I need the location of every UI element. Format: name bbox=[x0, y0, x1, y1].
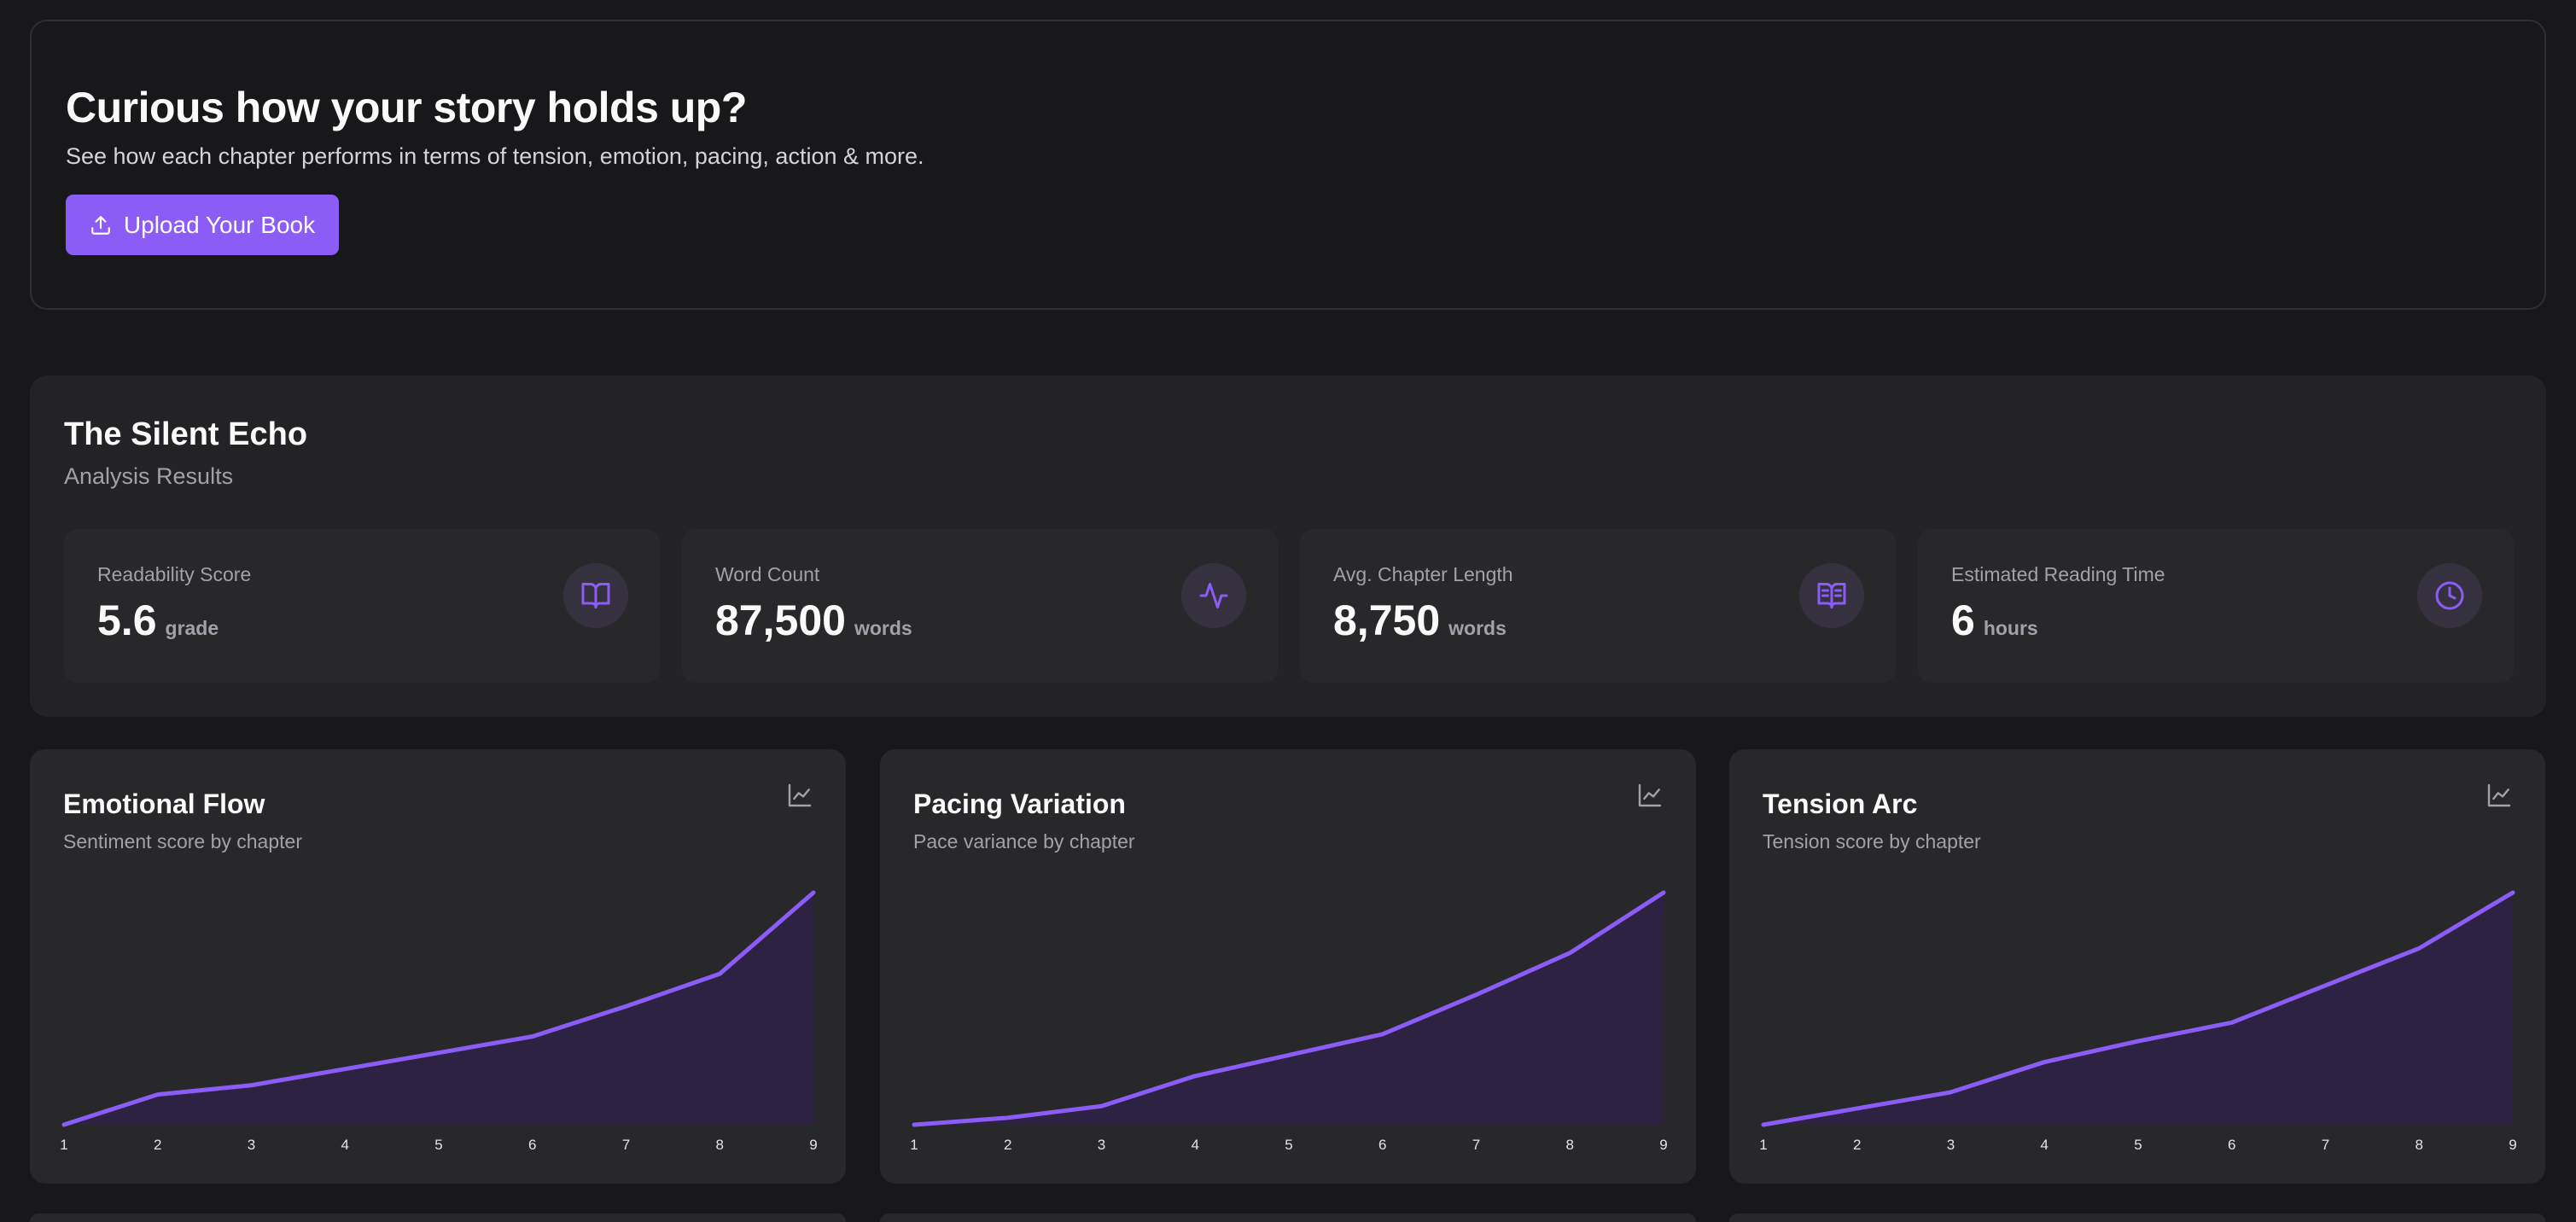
x-tick-label: 1 bbox=[910, 1137, 918, 1153]
line-chart-icon[interactable] bbox=[1636, 782, 1664, 809]
upload-book-label: Upload Your Book bbox=[124, 212, 315, 239]
line-chart-icon[interactable] bbox=[786, 782, 813, 809]
chart-title: Pacing Variation bbox=[913, 788, 1126, 820]
chart-subtitle: Tension score by chapter bbox=[1763, 830, 1981, 853]
x-tick-label: 2 bbox=[1853, 1137, 1861, 1153]
stat-unit: words bbox=[854, 617, 912, 640]
upload-book-button[interactable]: Upload Your Book bbox=[66, 195, 339, 255]
stat-label: Avg. Chapter Length bbox=[1333, 563, 1513, 586]
x-tick-label: 8 bbox=[1566, 1137, 1574, 1153]
x-tick-label: 1 bbox=[1759, 1137, 1767, 1153]
chart-card-emotional-flow: 1 2 3 4 5 6 7 8 9 Emotional Flow Sentiment score… bbox=[30, 749, 846, 1184]
x-tick-label: 7 bbox=[1472, 1137, 1480, 1153]
x-tick-label: 3 bbox=[1098, 1137, 1105, 1153]
x-tick-label: 3 bbox=[1947, 1137, 1955, 1153]
stat-value: 87,500 bbox=[715, 596, 846, 645]
x-tick-label: 2 bbox=[154, 1137, 161, 1153]
stat-label: Word Count bbox=[715, 563, 819, 586]
stat-card-reading-time: Estimated Reading Time 6 hours bbox=[1918, 529, 2514, 683]
chart-area bbox=[914, 893, 1664, 1125]
x-tick-label: 4 bbox=[1192, 1137, 1199, 1153]
upload-banner: Curious how your story holds up? See how… bbox=[30, 20, 2546, 310]
x-tick-label: 2 bbox=[1004, 1137, 1011, 1153]
x-tick-label: 7 bbox=[622, 1137, 630, 1153]
stat-value: 6 bbox=[1951, 596, 1975, 645]
x-tick-label: 7 bbox=[2322, 1137, 2329, 1153]
stat-unit: grade bbox=[166, 617, 219, 640]
chart-title: Emotional Flow bbox=[63, 788, 265, 820]
next-row-card bbox=[1729, 1213, 2545, 1222]
chart-area bbox=[64, 893, 813, 1125]
analysis-summary: The Silent Echo Analysis Results Readabi… bbox=[30, 375, 2546, 717]
next-row-card bbox=[880, 1213, 1696, 1222]
x-tick-label: 4 bbox=[341, 1137, 349, 1153]
x-tick-label: 6 bbox=[2228, 1137, 2235, 1153]
x-tick-label: 6 bbox=[528, 1137, 536, 1153]
book-title: The Silent Echo bbox=[64, 416, 307, 453]
stat-label: Readability Score bbox=[97, 563, 251, 586]
x-tick-label: 9 bbox=[2509, 1137, 2516, 1153]
x-tick-label: 1 bbox=[60, 1137, 67, 1153]
banner-description: See how each chapter performs in terms o… bbox=[66, 143, 924, 170]
stat-value: 5.6 bbox=[97, 596, 157, 645]
chart-card-pacing-variation: 1 2 3 4 5 6 7 8 9 Pacing Variation Pace variance… bbox=[880, 749, 1696, 1184]
book-text-icon bbox=[1799, 563, 1864, 628]
book-open-icon bbox=[563, 563, 628, 628]
banner-title: Curious how your story holds up? bbox=[66, 83, 747, 132]
x-tick-label: 9 bbox=[1659, 1137, 1667, 1153]
activity-icon bbox=[1181, 563, 1246, 628]
x-tick-label: 5 bbox=[2134, 1137, 2142, 1153]
chart-title: Tension Arc bbox=[1763, 788, 1917, 820]
x-tick-label: 3 bbox=[248, 1137, 255, 1153]
stat-value: 8,750 bbox=[1333, 596, 1440, 645]
upload-icon bbox=[90, 214, 112, 236]
chart-subtitle: Pace variance by chapter bbox=[913, 830, 1135, 853]
x-tick-label: 6 bbox=[1378, 1137, 1386, 1153]
analysis-subtitle: Analysis Results bbox=[64, 463, 233, 490]
x-tick-label: 4 bbox=[2041, 1137, 2049, 1153]
stat-unit: hours bbox=[1984, 617, 2038, 640]
next-row-card bbox=[30, 1213, 846, 1222]
x-tick-label: 8 bbox=[2416, 1137, 2423, 1153]
x-tick-label: 5 bbox=[434, 1137, 442, 1153]
stat-card-word-count: Word Count 87,500 words bbox=[682, 529, 1278, 683]
x-tick-label: 8 bbox=[716, 1137, 724, 1153]
chart-card-tension-arc: 1 2 3 4 5 6 7 8 9 Tension Arc Tension score by c… bbox=[1729, 749, 2545, 1184]
chart-area bbox=[1763, 893, 2513, 1125]
x-tick-label: 9 bbox=[809, 1137, 817, 1153]
line-chart-icon[interactable] bbox=[2486, 782, 2513, 809]
stat-unit: words bbox=[1448, 617, 1507, 640]
stat-card-readability: Readability Score 5.6 grade bbox=[64, 529, 660, 683]
stat-card-avg-chapter-length: Avg. Chapter Length 8,750 words bbox=[1300, 529, 1896, 683]
stat-label: Estimated Reading Time bbox=[1951, 563, 2165, 586]
chart-subtitle: Sentiment score by chapter bbox=[63, 830, 302, 853]
x-tick-label: 5 bbox=[1285, 1137, 1292, 1153]
clock-icon bbox=[2417, 563, 2482, 628]
